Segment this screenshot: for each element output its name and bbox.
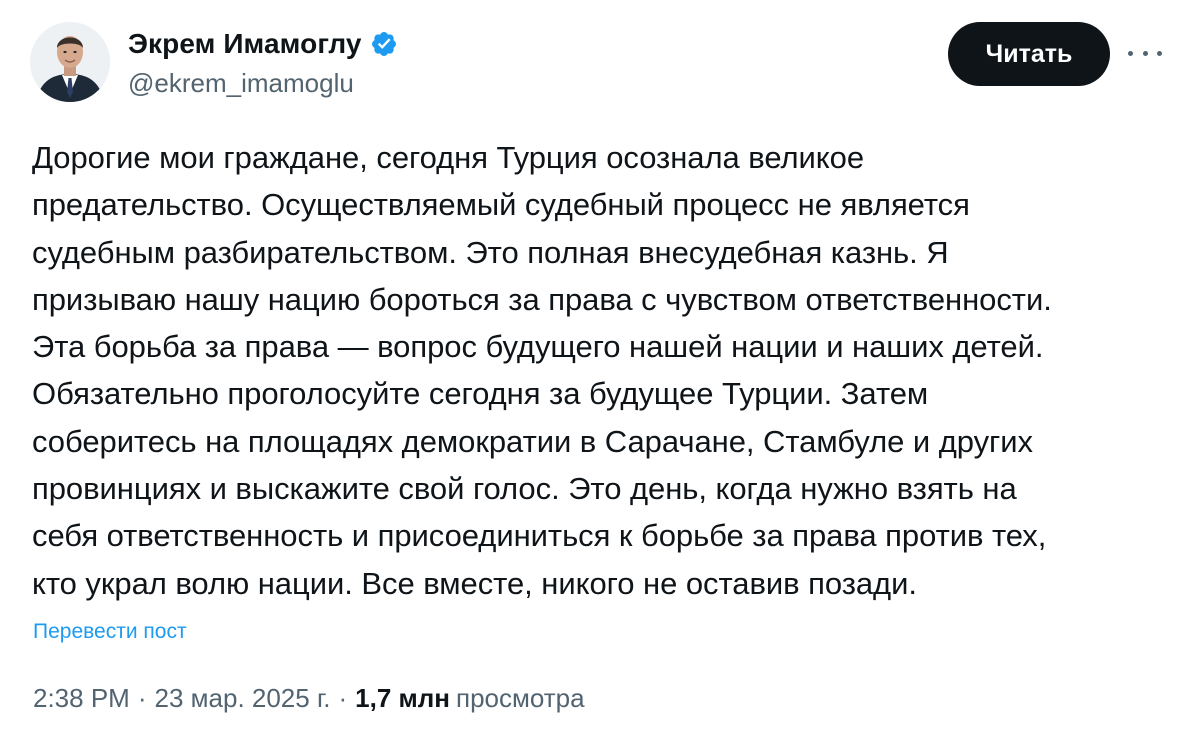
tweet-time[interactable]: 2:38 PM [33, 683, 130, 714]
more-horizontal-icon[interactable] [1128, 38, 1162, 68]
follow-button[interactable]: Читать [948, 22, 1110, 86]
tweet-text: Дорогие мои граждане, сегодня Турция осо… [32, 140, 1052, 601]
separator: · [338, 683, 348, 713]
author-handle[interactable]: @ekrem_imamoglu [128, 68, 398, 99]
tweet-header: Экрем Имамоглу @ekrem_imamoglu Читать [0, 0, 1190, 120]
tweet-date[interactable]: 23 мар. 2025 г. [155, 683, 331, 714]
views-label: просмотра [455, 683, 585, 713]
tweet-meta: 2:38 PM · 23 мар. 2025 г. · 1,7 млн прос… [33, 683, 585, 714]
verified-badge-icon[interactable] [370, 30, 398, 58]
views-count[interactable]: 1,7 млн [355, 683, 450, 714]
separator: · [137, 683, 147, 713]
dot [1142, 50, 1148, 56]
translate-post-link[interactable]: Перевести пост [33, 620, 187, 644]
avatar[interactable] [30, 22, 110, 102]
author-info: Экрем Имамоглу @ekrem_imamoglu [128, 26, 398, 99]
dot [1128, 50, 1133, 56]
dot [1157, 50, 1162, 56]
avatar-photo-icon [30, 22, 110, 102]
display-name-row: Экрем Имамоглу [128, 26, 398, 62]
display-name[interactable]: Экрем Имамоглу [128, 28, 362, 60]
